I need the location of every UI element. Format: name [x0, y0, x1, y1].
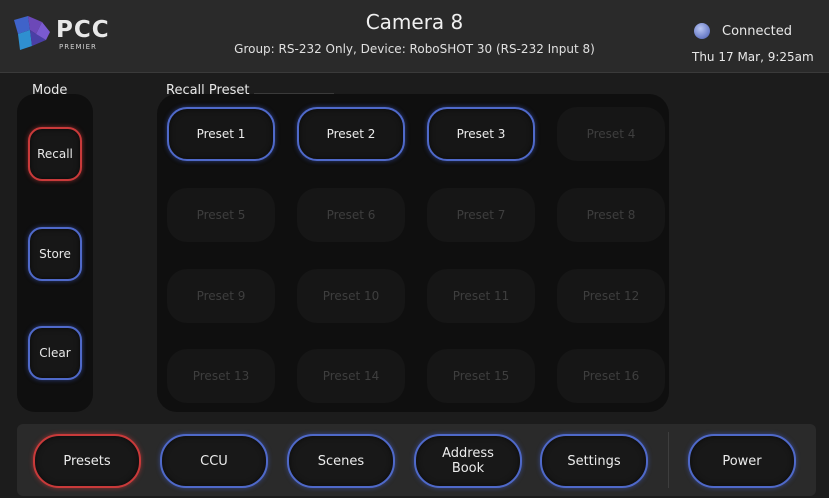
connection-status-icon	[694, 23, 710, 39]
nav-scenes-button[interactable]: Scenes	[287, 434, 395, 488]
datetime: Thu 17 Mar, 9:25am	[692, 50, 814, 64]
nav-address-book-button[interactable]: Address Book	[414, 434, 522, 488]
nav-settings-button[interactable]: Settings	[540, 434, 648, 488]
preset-14-button: Preset 14	[297, 349, 405, 403]
preset-1-button[interactable]: Preset 1	[167, 107, 275, 161]
preset-12-button: Preset 12	[557, 269, 665, 323]
preset-11-button: Preset 11	[427, 269, 535, 323]
preset-13-button: Preset 13	[167, 349, 275, 403]
preset-9-button: Preset 9	[167, 269, 275, 323]
nav-power-button[interactable]: Power	[688, 434, 796, 488]
preset-7-button: Preset 7	[427, 188, 535, 242]
recall-mode-button[interactable]: Recall	[28, 127, 82, 181]
connection-status: Connected	[722, 24, 793, 39]
preset-15-button: Preset 15	[427, 349, 535, 403]
store-mode-button[interactable]: Store	[28, 227, 82, 281]
preset-3-button[interactable]: Preset 3	[427, 107, 535, 161]
nav-divider	[668, 432, 669, 488]
preset-8-button: Preset 8	[557, 188, 665, 242]
preset-2-button[interactable]: Preset 2	[297, 107, 405, 161]
preset-10-button: Preset 10	[297, 269, 405, 323]
preset-16-button: Preset 16	[557, 349, 665, 403]
clear-mode-button[interactable]: Clear	[28, 326, 82, 380]
preset-5-button: Preset 5	[167, 188, 275, 242]
nav-ccu-button[interactable]: CCU	[160, 434, 268, 488]
preset-6-button: Preset 6	[297, 188, 405, 242]
nav-presets-button[interactable]: Presets	[33, 434, 141, 488]
preset-4-button: Preset 4	[557, 107, 665, 161]
